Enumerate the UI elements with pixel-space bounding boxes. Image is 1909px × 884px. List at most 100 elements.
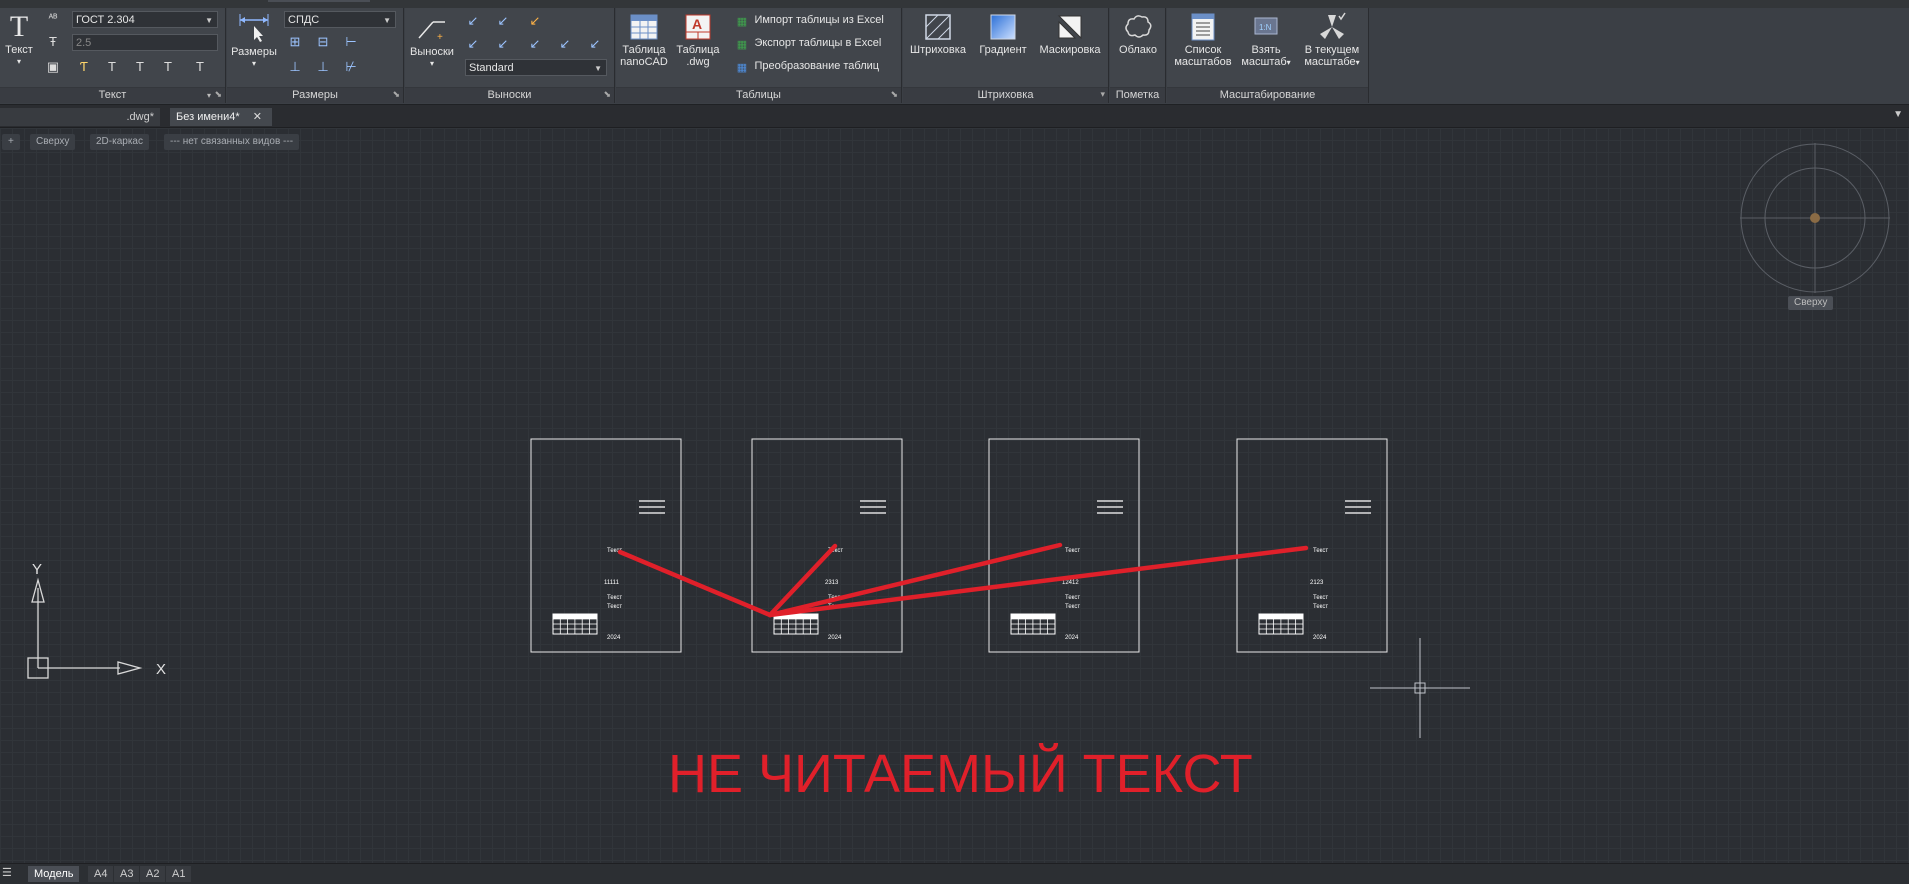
- scale-list-button[interactable]: Список масштабов: [1170, 12, 1236, 68]
- layout-tab-a4[interactable]: A4: [88, 866, 114, 882]
- sheet-label: Текст: [1313, 595, 1328, 601]
- panel-title-tables: Таблицы ⬊: [616, 87, 901, 103]
- panel-title-label: Выноски: [487, 89, 532, 101]
- in-current-scale-button[interactable]: В текущем масштабе▾: [1297, 12, 1367, 69]
- text-style-combo[interactable]: ГОСТ 2.304 ▼: [72, 11, 218, 28]
- layout-tab-a3[interactable]: A3: [114, 866, 140, 882]
- dim-angle-icon[interactable]: ⊥: [315, 59, 331, 75]
- panel-text: T Текст ▾ ᴬᴮ Ŧ ▣ ГОСТ 2.304 ▼ 2.5 Ƭ T T …: [0, 8, 226, 103]
- chevron-down-icon: ▼: [594, 64, 602, 73]
- hatch-button[interactable]: Штриховка: [907, 12, 969, 56]
- excel-import-icon: ▦: [736, 16, 748, 28]
- panel-title-leaders: Выноски ⬊: [405, 87, 614, 103]
- sheet-number: 2123: [1310, 580, 1324, 586]
- table-dwg-icon: A: [685, 14, 711, 40]
- chevron-down-icon[interactable]: ▾: [207, 88, 211, 103]
- scale-icon-text: 1:N: [1259, 23, 1272, 32]
- mask-button[interactable]: Маскировка: [1035, 12, 1105, 56]
- current-scale-label-1: В текущем: [1304, 44, 1360, 56]
- doc-tab-2[interactable]: Без имени4* ✕: [170, 108, 272, 126]
- sheet-label: Текст: [1313, 548, 1328, 554]
- panel-hatch: Штриховка Градиент Маскировка Штриховка …: [903, 8, 1109, 103]
- close-icon[interactable]: ✕: [253, 111, 262, 123]
- sheet-table-header: [1259, 614, 1303, 619]
- leader-tool-7-icon[interactable]: ↙: [557, 36, 573, 52]
- import-excel-button[interactable]: ▦ Импорт таблицы из Excel: [734, 12, 884, 30]
- leader-icon: +: [418, 21, 445, 43]
- sheet-number: 11111: [604, 580, 620, 586]
- chevron-down-icon: ▼: [205, 16, 213, 25]
- text-tool-5-icon[interactable]: T: [192, 59, 208, 75]
- svg-text:A: A: [692, 16, 702, 32]
- chevron-down-icon[interactable]: ▾: [1100, 87, 1105, 102]
- layout-menu-icon[interactable]: ☰: [2, 866, 12, 882]
- text-tool-2-icon[interactable]: T: [104, 59, 120, 75]
- leader-style-combo[interactable]: Standard ▼: [465, 59, 607, 76]
- dim-style-combo[interactable]: СПДС ▼: [284, 11, 396, 28]
- dimensions-button[interactable]: Размеры ▾: [230, 12, 278, 70]
- dim-baseline-icon[interactable]: ⊥: [287, 59, 303, 75]
- spellcheck-icon[interactable]: ᴬᴮ: [45, 11, 61, 27]
- take-scale-button[interactable]: 1:N Взять масштаб▾: [1237, 12, 1295, 69]
- annotation-arrow: [617, 549, 773, 618]
- panel-scaling: Список масштабов 1:N Взять масштаб▾ В те…: [1167, 8, 1369, 103]
- doc-tab-1[interactable]: .dwg*: [0, 108, 160, 126]
- text-height-combo[interactable]: 2.5: [72, 34, 218, 51]
- text-tool-1-icon[interactable]: Ƭ: [76, 59, 92, 75]
- leader-tool-6-icon[interactable]: ↙: [527, 36, 543, 52]
- table-nanocad-button[interactable]: Таблица nanoCAD: [620, 12, 668, 68]
- text-height-icon[interactable]: Ŧ: [45, 34, 61, 50]
- table-nanocad-label-2: nanoCAD: [620, 56, 668, 68]
- panel-title-label: Пометка: [1115, 89, 1160, 101]
- dim-linear-icon[interactable]: ⊞: [287, 34, 303, 50]
- sheet-bottom-label: 2024: [1313, 635, 1327, 641]
- leader-tool-8-icon[interactable]: ↙: [587, 36, 603, 52]
- gradient-icon: [990, 14, 1016, 40]
- dimensions-button-label: Размеры: [231, 46, 277, 58]
- layout-tab-a1[interactable]: A1: [166, 866, 192, 882]
- take-scale-label-2: масштаб: [1241, 56, 1287, 68]
- leader-tool-4-icon[interactable]: ↙: [465, 36, 481, 52]
- ucs-y-label: Y: [32, 561, 42, 578]
- export-excel-label: Экспорт таблицы в Excel: [754, 37, 882, 49]
- layout-tab-a2[interactable]: A2: [140, 866, 166, 882]
- dialog-launcher-icon[interactable]: ⬊: [392, 87, 400, 102]
- leader-tool-2-icon[interactable]: ↙: [495, 13, 511, 29]
- dim-continue-icon[interactable]: ⊢: [343, 34, 359, 50]
- convert-tables-button[interactable]: ▦ Преобразование таблиц ▼: [734, 58, 910, 76]
- sheet-label: Текст: [1065, 595, 1080, 601]
- chevron-down-icon: ▾: [251, 59, 256, 68]
- text-tool-4-icon[interactable]: T: [160, 59, 176, 75]
- ribbon-tab-strip: [0, 0, 1909, 8]
- take-scale-label-1: Взять: [1251, 44, 1281, 56]
- dialog-launcher-icon[interactable]: ⬊: [603, 87, 611, 102]
- current-scale-icon: [1320, 12, 1346, 39]
- chevron-down-icon: ▾: [1355, 58, 1360, 67]
- dim-aligned-icon[interactable]: ⊟: [315, 34, 331, 50]
- drawing-sheet: Текст 12412 Текст Текст 2024: [988, 438, 1140, 653]
- leaders-button[interactable]: + Выноски ▾: [408, 12, 456, 70]
- gradient-button[interactable]: Градиент: [975, 12, 1031, 56]
- sheet-bottom-label: 2024: [828, 635, 842, 641]
- layout-tab-model[interactable]: Модель: [28, 866, 80, 882]
- dim-radius-icon[interactable]: ⊬: [343, 59, 359, 75]
- chevron-down-icon: ▼: [383, 16, 391, 25]
- leader-style-value: Standard: [469, 62, 514, 74]
- text-button[interactable]: T Текст ▾: [2, 12, 36, 68]
- table-dwg-button[interactable]: A Таблица .dwg: [674, 12, 722, 68]
- dialog-launcher-icon[interactable]: ⬊: [890, 87, 898, 102]
- ribbon-tab-active[interactable]: [268, 0, 370, 2]
- cloud-button[interactable]: Облако: [1112, 12, 1164, 56]
- cloud-label: Облако: [1119, 44, 1157, 56]
- chevron-down-icon[interactable]: ▼: [1893, 109, 1903, 120]
- text-tool-3-icon[interactable]: T: [132, 59, 148, 75]
- chevron-down-icon: ▾: [1286, 58, 1291, 67]
- leader-tool-1-icon[interactable]: ↙: [465, 13, 481, 29]
- leader-tool-5-icon[interactable]: ↙: [495, 36, 511, 52]
- export-excel-button[interactable]: ▦ Экспорт таблицы в Excel: [734, 35, 882, 53]
- dialog-launcher-icon[interactable]: ⬊: [214, 87, 222, 102]
- leader-tool-3-icon[interactable]: ↙: [527, 13, 543, 29]
- text-frame-icon[interactable]: ▣: [45, 59, 61, 75]
- scale-list-label-2: масштабов: [1174, 56, 1232, 68]
- drawing-canvas[interactable]: + Сверху 2D-каркас --- нет связанных вид…: [0, 128, 1909, 863]
